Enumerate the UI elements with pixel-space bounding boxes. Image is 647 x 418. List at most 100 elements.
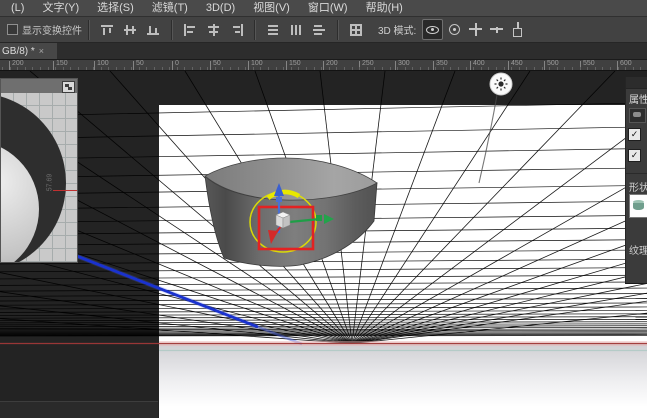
menu-item-6[interactable]: 窗口(W) [299, 1, 357, 16]
ruler-minor-tick [610, 67, 611, 70]
shape-preset-thumbnail[interactable] [629, 194, 647, 218]
ruler-minor-tick [70, 67, 71, 70]
separator [337, 20, 339, 40]
ruler-minor-tick [564, 67, 565, 70]
document-tab[interactable]: GB/8) * × [0, 43, 57, 59]
ruler-minor-tick [230, 67, 231, 70]
ruler-minor-tick [238, 67, 239, 70]
texture-section-label: 纹理 [629, 242, 647, 257]
ruler-minor-tick [336, 67, 337, 70]
pan-camera-button[interactable] [466, 20, 485, 39]
menu-item-5[interactable]: 视图(V) [244, 1, 299, 16]
menu-item-0[interactable]: (L) [2, 1, 33, 16]
ruler-minor-tick [572, 67, 573, 70]
ruler-minor-tick [466, 67, 467, 70]
ruler-major-tick [133, 61, 134, 70]
ruler-minor-tick [260, 67, 261, 70]
show-transform-label: 显示变换控件 [22, 22, 82, 37]
horizontal-ruler: 2001501005005010015020025030035040045050… [0, 60, 647, 71]
ruler-major-tick [433, 61, 434, 70]
ruler-minor-tick [557, 67, 558, 70]
ruler-minor-tick [245, 67, 246, 70]
ruler-minor-tick [215, 67, 216, 70]
ruler-label: 50 [136, 60, 144, 68]
ruler-minor-tick [146, 67, 147, 70]
ruler-minor-tick [177, 67, 178, 70]
ruler-minor-tick [17, 67, 18, 70]
ruler-minor-tick [291, 67, 292, 70]
menu-item-1[interactable]: 文字(Y) [33, 1, 88, 16]
mini-cylinder-body [633, 203, 644, 210]
separator [88, 20, 90, 40]
widget-center-cube[interactable] [276, 212, 290, 228]
ruler-minor-tick [412, 67, 413, 70]
catch-shadows-checkbox[interactable]: ✓ [628, 128, 641, 141]
align-horizontal-center-icon[interactable] [205, 22, 222, 38]
orbit-camera-button[interactable] [422, 19, 443, 40]
zoom-camera-button[interactable] [508, 20, 527, 39]
canvas-area[interactable]: 57.69 属性 ✓ ✓ 形状 纹理 [0, 71, 647, 418]
ruler-minor-tick [139, 67, 140, 70]
ruler-minor-tick [511, 67, 512, 70]
z-axis-cube[interactable] [276, 197, 282, 202]
ruler-label: 250 [362, 60, 374, 68]
ruler-minor-tick [253, 67, 254, 70]
ruler-minor-tick [359, 67, 360, 70]
panels-grid-icon[interactable] [348, 22, 365, 38]
ruler-minor-tick [306, 67, 307, 70]
align-bottom-icon[interactable] [145, 22, 162, 38]
slide-camera-button[interactable] [487, 20, 506, 39]
ruler-minor-tick [435, 67, 436, 70]
ruler-minor-tick [374, 67, 375, 70]
show-transform-checkbox[interactable] [7, 24, 18, 35]
cast-shadows-checkbox[interactable]: ✓ [628, 149, 641, 162]
ruler-label: 450 [511, 60, 523, 68]
ruler-minor-tick [633, 67, 634, 70]
ruler-minor-tick [443, 67, 444, 70]
swap-view-icon[interactable] [62, 81, 75, 93]
ruler-major-tick [53, 61, 54, 70]
align-vertical-center-icon[interactable] [122, 22, 139, 38]
mesh-icon-button[interactable] [629, 108, 646, 123]
ruler-label: 550 [583, 60, 595, 68]
ruler-minor-tick [549, 67, 550, 70]
secondary-view-titlebar[interactable] [1, 79, 77, 94]
ruler-minor-tick [116, 67, 117, 70]
3d-mode-label: 3D 模式: [378, 22, 416, 37]
x-axis-cube[interactable] [316, 215, 322, 221]
options-bar: 显示变换控件 3D 模式: [0, 17, 647, 43]
ruler-minor-tick [352, 67, 353, 70]
menu-item-2[interactable]: 选择(S) [88, 1, 143, 16]
distribute-bottom-icon[interactable] [311, 22, 328, 38]
properties-panel[interactable]: 属性 ✓ ✓ 形状 纹理 [625, 77, 647, 284]
ruler-minor-tick [55, 67, 56, 70]
ruler-minor-tick [184, 67, 185, 70]
align-right-icon[interactable] [228, 22, 245, 38]
ruler-minor-tick [473, 67, 474, 70]
align-left-icon[interactable] [182, 22, 199, 38]
ruler-minor-tick [48, 67, 49, 70]
ruler-major-tick [172, 61, 173, 70]
3d-light-widget[interactable] [479, 73, 512, 183]
ruler-minor-tick [131, 67, 132, 70]
menu-item-7[interactable]: 帮助(H) [357, 1, 412, 16]
align-top-icon[interactable] [99, 22, 116, 38]
ruler-minor-tick [276, 67, 277, 70]
close-tab-icon[interactable]: × [39, 46, 44, 56]
roll-camera-button[interactable] [445, 20, 464, 39]
measure-line [53, 190, 78, 191]
ruler-minor-tick [283, 67, 284, 70]
ruler-minor-tick [587, 67, 588, 70]
secondary-view-content[interactable]: 57.69 [1, 93, 77, 262]
divider [626, 173, 647, 174]
ruler-major-tick [323, 61, 324, 70]
secondary-view-panel[interactable]: 57.69 [0, 78, 78, 263]
ruler-minor-tick [40, 67, 41, 70]
menu-item-3[interactable]: 滤镜(T) [143, 1, 197, 16]
ruler-minor-tick [602, 67, 603, 70]
distribute-top-icon[interactable] [265, 22, 282, 38]
menu-item-4[interactable]: 3D(D) [197, 1, 244, 16]
ruler-minor-tick [405, 67, 406, 70]
distribute-vertical-icon[interactable] [288, 22, 305, 38]
ruler-minor-tick [32, 67, 33, 70]
